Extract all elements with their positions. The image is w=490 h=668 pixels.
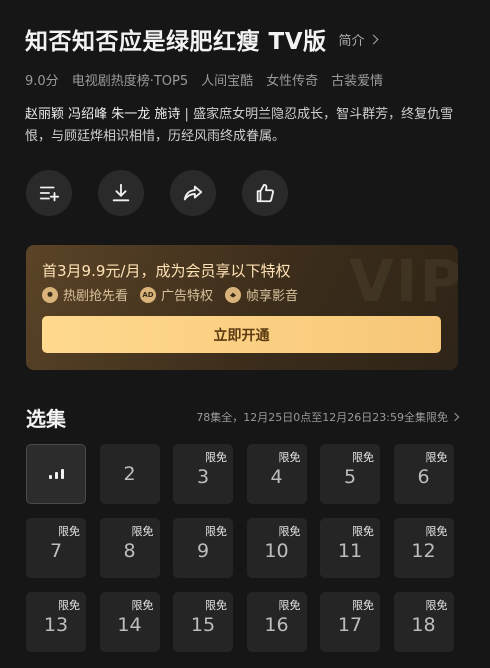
vip-perk: AD 广告特权 [140,285,213,304]
like-button[interactable] [242,170,288,216]
episode-tile[interactable]: 限免 18 [393,592,454,652]
chevron-right-icon [450,412,460,422]
episode-number: 17 [337,614,363,636]
free-badge: 限免 [131,599,154,612]
episode-number: 12 [411,540,436,562]
now-playing-icon [48,469,64,479]
add-to-playlist-button[interactable] [26,170,72,216]
download-icon [112,183,130,202]
free-badge: 限免 [278,525,301,538]
free-badge: 限免 [352,525,374,538]
free-badge: 限免 [205,451,227,464]
share-button[interactable] [170,170,216,216]
episode-section-title: 选集 [26,406,66,431]
episode-info-text: 78集全，12月25日0点至12月26日23:59全集限免 [196,411,448,424]
description: 赵丽颖 冯绍峰 朱一龙 施诗 | 盛家庶女明兰隐忍成长，智斗群芳，终复仇雪恨，与… [25,104,473,148]
episode-tile[interactable]: 限免 11 [320,518,380,578]
free-badge: 限免 [131,525,154,538]
vip-perk-list: 热剧抢先看 AD 广告特权 帧享影音 [42,285,298,304]
episode-number: 8 [123,540,136,562]
rating-tag: 9.0分 [25,74,59,89]
ad-free-icon: AD [140,286,157,303]
page-title: 知否知否应是绿肥红瘦 TV版 [25,29,327,55]
episode-tile-current[interactable] [26,444,86,504]
episode-tile[interactable]: 限免 8 [99,518,160,578]
ranking-tag[interactable]: 电视剧热度榜·TOP5 [72,70,188,89]
vip-perk-label: 广告特权 [161,289,214,304]
episode-number: 6 [417,466,430,488]
vip-perk: 热剧抢先看 [42,285,128,304]
episode-number: 10 [264,540,289,562]
vip-perk: 帧享影音 [225,285,298,304]
episode-number: 3 [196,466,210,488]
episode-tile[interactable]: 限免 7 [26,518,86,578]
episode-tile[interactable]: 2 [99,444,160,504]
chevron-right-icon [368,34,378,44]
cast-list: 赵丽颖 冯绍峰 朱一龙 施诗 [25,107,181,122]
episode-tile[interactable]: 限免 4 [246,444,307,504]
free-badge: 限免 [425,451,448,464]
episode-number: 4 [270,466,283,488]
like-icon [256,183,274,203]
free-badge: 限免 [58,599,80,612]
episode-tile[interactable]: 限免 17 [320,592,380,652]
free-badge: 限免 [352,451,374,464]
vip-offer-title: 首3月9.9元/月，成为会员享以下特权 [42,262,291,280]
early-access-icon [42,286,58,303]
episode-tile[interactable]: 限免 10 [246,518,307,578]
episode-number: 2 [123,463,136,485]
free-badge: 限免 [352,599,374,612]
vip-watermark: VIP [349,247,458,315]
free-badge: 限免 [205,525,227,538]
title-row: 知否知否应是绿肥红瘦 TV版 简介 [25,22,475,56]
episode-tile[interactable]: 限免 9 [173,518,233,578]
episode-tile[interactable]: 限免 12 [393,518,454,578]
share-icon [183,185,203,201]
vip-promo-card: VIP 首3月9.9元/月，成为会员享以下特权 热剧抢先看 AD 广告特权 帧享… [26,245,458,370]
episode-header: 选集 78集全，12月25日0点至12月26日23:59全集限免 [26,402,460,432]
episode-number: 5 [343,466,357,488]
subscribe-button[interactable]: 立即开通 [42,316,441,353]
hd-audio-icon [225,286,242,303]
download-button[interactable] [98,170,144,216]
episode-tile[interactable]: 限免 15 [173,592,233,652]
action-bar [26,170,288,216]
tag-list: 9.0分 电视剧热度榜·TOP5 人间宝酷 女性传奇 古装爱情 [25,70,383,89]
episode-info-link[interactable]: 78集全，12月25日0点至12月26日23:59全集限免 [196,409,460,425]
episode-tile[interactable]: 限免 14 [99,592,160,652]
episode-tile[interactable]: 限免 13 [26,592,86,652]
episode-number: 15 [190,614,216,636]
episode-tile[interactable]: 限免 16 [246,592,307,652]
episode-tile[interactable]: 限免 3 [173,444,233,504]
vip-perk-label: 帧享影音 [246,289,299,304]
intro-label: 简介 [338,33,365,49]
free-badge: 限免 [425,525,448,538]
episode-number: 11 [337,540,363,562]
episode-number: 9 [196,540,210,562]
genre-tag[interactable]: 女性传奇 [266,70,318,89]
episode-number: 14 [117,614,142,636]
episode-tile[interactable]: 限免 6 [393,444,454,504]
free-badge: 限免 [278,451,301,464]
add-to-playlist-icon [39,186,60,202]
episode-number: 18 [411,614,436,636]
episode-number: 7 [49,540,63,562]
genre-tag[interactable]: 人间宝酷 [201,70,253,89]
free-badge: 限免 [205,599,227,612]
genre-tag[interactable]: 古装爱情 [331,70,383,89]
intro-link[interactable]: 简介 [338,30,378,49]
free-badge: 限免 [278,599,301,612]
free-badge: 限免 [58,525,80,538]
vip-perk-label: 热剧抢先看 [63,289,129,304]
episode-number: 13 [43,614,69,636]
episode-grid: 2 限免 3 限免 4 限免 5 限免 6 限免 7 限免 8 限免 9 限免 10 限免 11 … [26,444,458,652]
episode-number: 16 [264,614,289,636]
free-badge: 限免 [425,599,448,612]
episode-tile[interactable]: 限免 5 [320,444,380,504]
description-separator: | [180,107,194,122]
